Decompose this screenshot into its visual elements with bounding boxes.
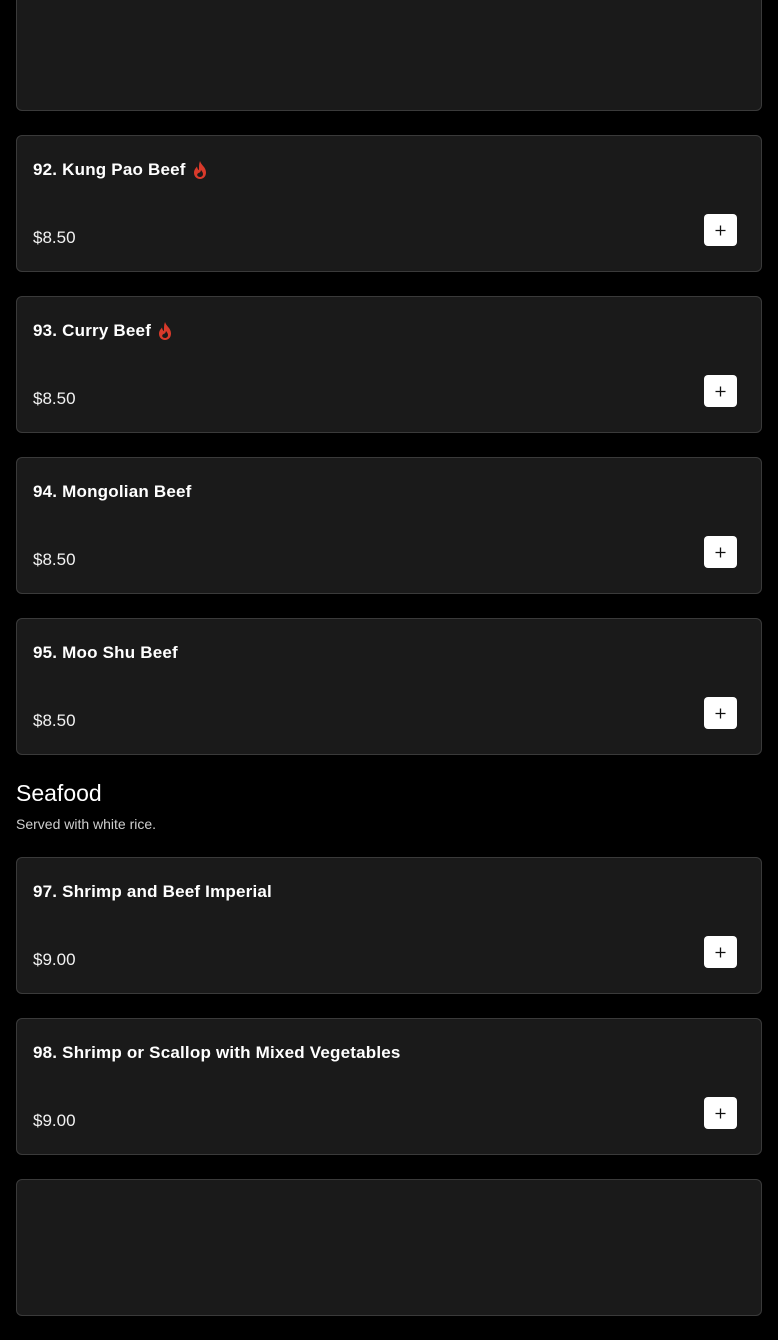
menu-item-price: $9.00: [33, 1111, 76, 1130]
menu-item-title: 92. Kung Pao Beef: [33, 160, 186, 179]
menu-item-title-row: 93. Curry Beef: [33, 321, 173, 341]
plus-icon: [715, 708, 726, 718]
menu-item-title: 93. Curry Beef: [33, 321, 152, 340]
menu-item-price: $8.50: [33, 550, 76, 569]
section-description: Served with white rice.: [16, 816, 157, 832]
section-title: Seafood: [16, 780, 102, 806]
menu-item-price: $8.50: [33, 711, 76, 730]
menu-item-title-row: 92. Kung Pao Beef: [33, 160, 208, 180]
add-item-button[interactable]: [704, 536, 737, 568]
plus-icon: [715, 547, 726, 557]
menu-item-card[interactable]: 94. Mongolian Beef $8.50: [16, 457, 762, 594]
menu-item-price: $8.50: [33, 228, 76, 247]
plus-icon: [715, 947, 726, 957]
plus-icon: [715, 386, 726, 396]
menu-item-price: $8.50: [33, 389, 76, 408]
menu-item-card[interactable]: 98. Shrimp or Scallop with Mixed Vegetab…: [16, 1018, 762, 1155]
menu-item-card[interactable]: 97. Shrimp and Beef Imperial $9.00: [16, 857, 762, 994]
menu-item-price: $9.00: [33, 950, 76, 969]
menu-item-card[interactable]: 92. Kung Pao Beef $8.50: [16, 135, 762, 272]
menu-page: { "colors": { "background": "#000000", "…: [0, 0, 778, 1316]
add-item-button[interactable]: [704, 214, 737, 246]
menu-item-title: 94. Mongolian Beef: [33, 482, 192, 501]
flame-icon: [157, 321, 173, 341]
flame-icon: [192, 160, 208, 180]
menu-item-card[interactable]: 95. Moo Shu Beef $8.50: [16, 618, 762, 755]
menu-item-card[interactable]: 93. Curry Beef $8.50: [16, 296, 762, 433]
plus-icon: [715, 225, 726, 235]
menu-item-card[interactable]: [16, 1179, 762, 1316]
menu-item-card[interactable]: [16, 0, 762, 111]
menu-list: 92. Kung Pao Beef $8.50 93. Curry Beef $…: [16, 0, 762, 1340]
add-item-button[interactable]: [704, 375, 737, 407]
add-item-button[interactable]: [704, 936, 737, 968]
menu-item-title: 97. Shrimp and Beef Imperial: [33, 882, 272, 901]
menu-item-title: 95. Moo Shu Beef: [33, 643, 178, 662]
menu-item-title: 98. Shrimp or Scallop with Mixed Vegetab…: [33, 1043, 401, 1062]
plus-icon: [715, 1108, 726, 1118]
seafood-section-header: Seafood Served with white rice.: [16, 779, 762, 833]
add-item-button[interactable]: [704, 1097, 737, 1129]
add-item-button[interactable]: [704, 697, 737, 729]
